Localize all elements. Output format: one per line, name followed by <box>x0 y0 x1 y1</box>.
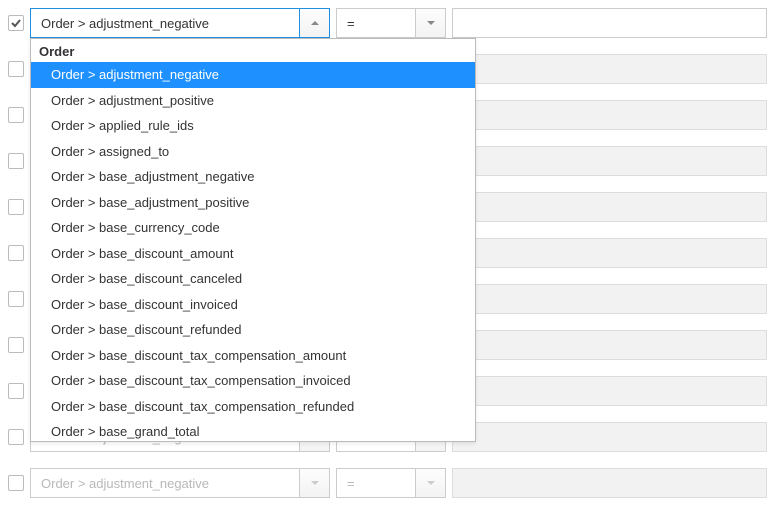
value-input[interactable] <box>452 100 767 130</box>
dropdown-option[interactable]: Order > base_discount_amount <box>31 241 475 267</box>
value-input[interactable] <box>452 284 767 314</box>
operator-select[interactable]: = <box>336 468 446 498</box>
value-input[interactable] <box>452 8 767 38</box>
dropdown-option[interactable]: Order > base_discount_tax_compensation_r… <box>31 394 475 420</box>
row-checkbox[interactable] <box>8 199 24 215</box>
operator-select-text: = <box>337 476 415 491</box>
dropdown-group-header: Order <box>31 39 475 62</box>
operator-select-toggle[interactable] <box>415 9 445 37</box>
row-checkbox[interactable] <box>8 245 24 261</box>
field-dropdown-panel: Order Order > adjustment_negativeOrder >… <box>30 38 476 442</box>
operator-select[interactable]: = <box>336 8 446 38</box>
dropdown-option[interactable]: Order > base_discount_canceled <box>31 266 475 292</box>
row-checkbox[interactable] <box>8 15 24 31</box>
row-checkbox[interactable] <box>8 429 24 445</box>
dropdown-option[interactable]: Order > base_currency_code <box>31 215 475 241</box>
dropdown-option[interactable]: Order > base_adjustment_positive <box>31 190 475 216</box>
filter-row: Order > adjustment_negative = <box>8 468 767 498</box>
row-checkbox[interactable] <box>8 153 24 169</box>
row-checkbox[interactable] <box>8 107 24 123</box>
check-icon <box>10 17 22 29</box>
chevron-down-icon <box>427 481 435 485</box>
value-input[interactable] <box>452 422 767 452</box>
value-input[interactable] <box>452 330 767 360</box>
value-input[interactable] <box>452 146 767 176</box>
dropdown-option[interactable]: Order > adjustment_positive <box>31 88 475 114</box>
dropdown-option[interactable]: Order > adjustment_negative <box>31 62 475 88</box>
chevron-down-icon <box>427 21 435 25</box>
value-input[interactable] <box>452 468 767 498</box>
field-select-toggle[interactable] <box>299 9 329 37</box>
row-checkbox[interactable] <box>8 291 24 307</box>
field-select-toggle[interactable] <box>299 469 329 497</box>
field-select-text: Order > adjustment_negative <box>31 476 299 491</box>
field-select[interactable]: Order > adjustment_negative Order Order … <box>30 8 330 38</box>
operator-select-text: = <box>337 16 415 31</box>
row-checkbox[interactable] <box>8 337 24 353</box>
dropdown-option[interactable]: Order > base_discount_tax_compensation_a… <box>31 343 475 369</box>
row-checkbox[interactable] <box>8 383 24 399</box>
value-input[interactable] <box>452 376 767 406</box>
chevron-up-icon <box>311 21 319 25</box>
dropdown-option[interactable]: Order > base_discount_tax_compensation_i… <box>31 368 475 394</box>
dropdown-option[interactable]: Order > base_discount_invoiced <box>31 292 475 318</box>
row-checkbox[interactable] <box>8 61 24 77</box>
dropdown-option[interactable]: Order > assigned_to <box>31 139 475 165</box>
field-select-text: Order > adjustment_negative <box>31 16 299 31</box>
dropdown-option[interactable]: Order > base_grand_total <box>31 419 475 441</box>
row-checkbox[interactable] <box>8 475 24 491</box>
filter-row-active: Order > adjustment_negative Order Order … <box>8 8 767 38</box>
field-dropdown-list[interactable]: Order Order > adjustment_negativeOrder >… <box>31 39 475 441</box>
dropdown-option[interactable]: Order > applied_rule_ids <box>31 113 475 139</box>
value-input[interactable] <box>452 238 767 268</box>
dropdown-option[interactable]: Order > base_adjustment_negative <box>31 164 475 190</box>
dropdown-option[interactable]: Order > base_discount_refunded <box>31 317 475 343</box>
value-input[interactable] <box>452 192 767 222</box>
chevron-down-icon <box>311 481 319 485</box>
value-input[interactable] <box>452 54 767 84</box>
field-select[interactable]: Order > adjustment_negative <box>30 468 330 498</box>
operator-select-toggle[interactable] <box>415 469 445 497</box>
